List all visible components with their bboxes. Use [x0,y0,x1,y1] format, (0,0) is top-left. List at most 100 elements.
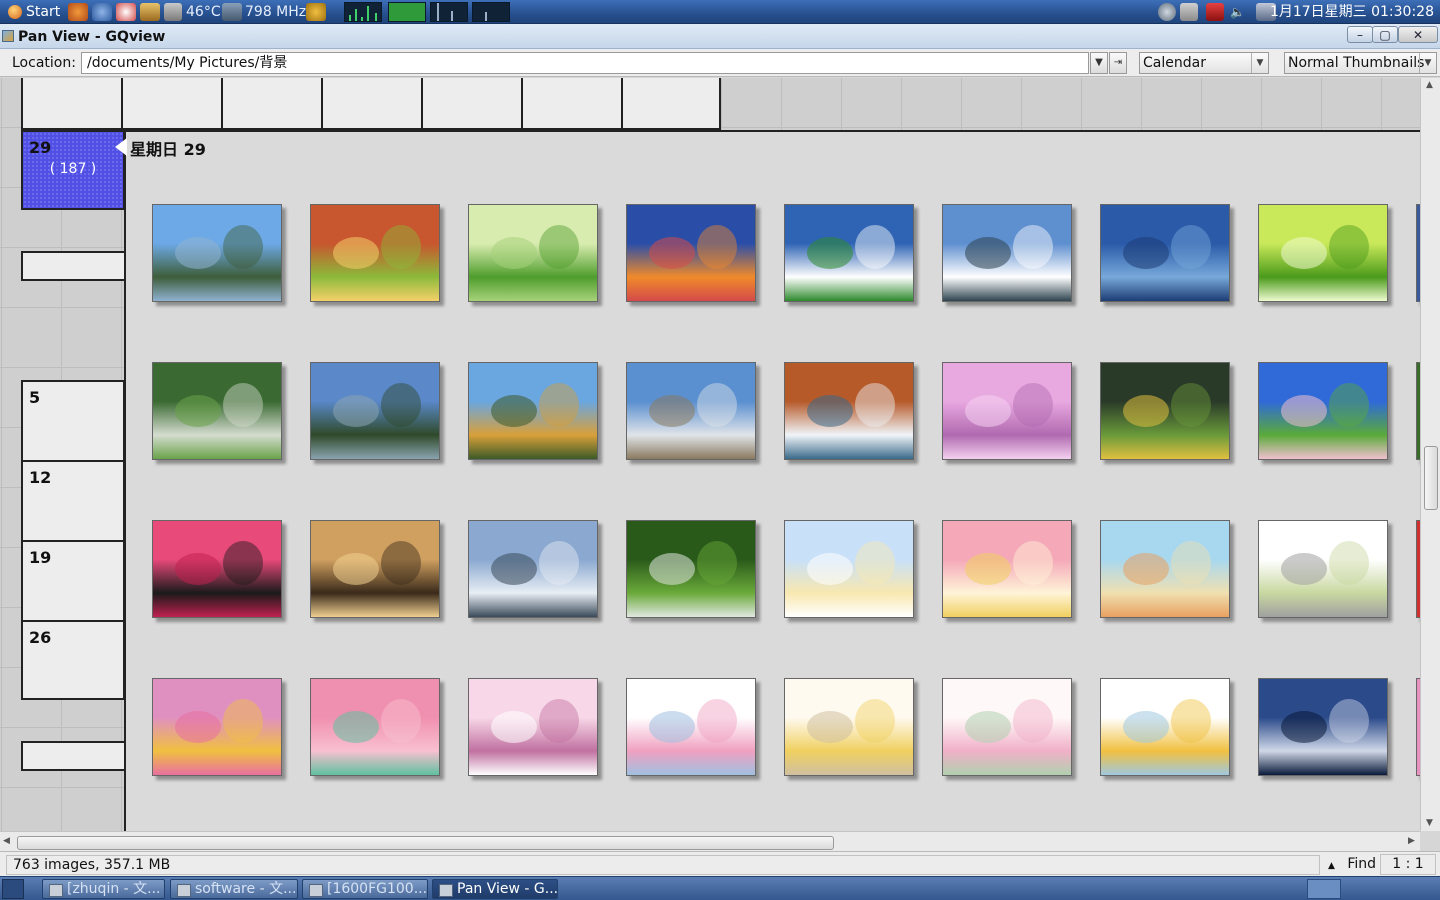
calendar-day-12[interactable]: 12 [21,460,125,542]
disk-graph [472,2,510,22]
close-button[interactable]: ✕ [1398,26,1438,43]
thumbnail-cartoon-pink-hair[interactable] [942,678,1072,776]
thumbnail-mountain-lake[interactable] [152,204,282,302]
files-launcher-icon[interactable] [140,3,160,21]
vertical-scroll-thumb[interactable] [1424,446,1438,510]
thumbnail-clock-figure[interactable] [1258,678,1388,776]
thumbnail-alpine-lake[interactable] [310,362,440,460]
ruby-tray-icon[interactable] [1206,3,1224,21]
battery-tray-icon[interactable] [1180,3,1198,21]
thumbnail-forest-stream[interactable] [152,362,282,460]
taskbar-item[interactable]: [zhuqin - 文... [42,879,165,899]
minimize-button[interactable]: – [1347,26,1373,43]
horizontal-scroll-thumb[interactable] [17,836,834,850]
thumbnail-size-value: Normal Thumbnails [1288,55,1425,71]
show-desktop-icon[interactable] [2,879,24,899]
calendar-week-divider [21,741,127,771]
taskbar-item-active[interactable]: Pan View - G... [432,879,558,899]
start-orb-icon [8,5,22,19]
horizontal-scrollbar[interactable]: ◀ ▶ [0,831,1420,851]
thumbnail-size-select[interactable]: Normal Thumbnails ▼ [1284,52,1437,74]
calendar-day-cell[interactable] [21,78,123,130]
taskbar-item[interactable]: software - 文... [170,879,298,899]
temperature-readout: 46°C [186,4,221,20]
thumbnail-cartoon-sky[interactable] [1100,520,1230,618]
zoom-level: 1 : 1 [1380,854,1436,875]
calendar-day-26[interactable]: 26 [21,620,125,700]
scroll-up-arrow-icon[interactable]: ▲ [1426,80,1433,90]
start-menu-button[interactable]: Start [2,2,66,22]
thumbnail-cartoon-dog[interactable] [152,678,282,776]
thumbnail-cartoon-bunny[interactable] [784,520,914,618]
firefox-launcher-icon[interactable] [68,3,88,21]
maximize-button[interactable]: ▢ [1372,26,1398,43]
day-number: 12 [29,468,52,487]
calendar-day-cell[interactable] [521,78,623,130]
layout-mode-select[interactable]: Calendar ▼ [1139,52,1269,74]
browser-launcher-icon[interactable] [92,3,112,21]
status-bar: 763 images, 357.1 MB ▲ Find 1 : 1 [0,851,1440,876]
window-titlebar[interactable]: Pan View - GQview – ▢ ✕ [0,24,1440,49]
status-info: 763 images, 357.1 MB [6,855,1320,875]
bottom-taskbar: [zhuqin - 文... software - 文... [1600FG10… [0,876,1440,900]
network-tray-icon[interactable] [1158,3,1176,21]
volume-tray-icon[interactable]: 🔈 [1230,3,1246,21]
find-label: Find [1347,856,1377,872]
calendar-day-29-selected[interactable]: 29 ( 187 ) [21,130,125,210]
thumbnail-bottle-fairy[interactable] [468,678,598,776]
thumbnail-cartoon-girl[interactable] [942,520,1072,618]
thumbnail-hay-bales[interactable] [468,362,598,460]
taskbar-item[interactable]: [1600FG100... [302,879,428,899]
thumbnail-cloudy-field[interactable] [784,204,914,302]
gqview-app-icon [2,30,14,42]
thumbnail-autumn-leaves[interactable] [310,204,440,302]
pan-view-canvas[interactable]: 29 ( 187 ) 5 12 19 26 星期日 29 [0,78,1420,831]
chevron-down-icon: ▼ [1419,53,1436,73]
day-image-count: ( 187 ) [49,161,97,177]
thumbnail-waterfall[interactable] [784,362,914,460]
find-button[interactable]: ▲ Find [1322,854,1377,875]
scroll-right-arrow-icon[interactable]: ▶ [1408,836,1415,846]
calendar-day-cell[interactable] [621,78,721,130]
thumbnail-green-leaves[interactable] [468,204,598,302]
day-panel-title: 星期日 29 [130,140,206,159]
thumbnail-pink-tree[interactable] [942,362,1072,460]
cpufreq-icon [306,3,326,21]
calendar-day-5[interactable]: 5 [21,380,125,462]
thumbnail-snow-forest[interactable] [942,204,1072,302]
gqview-tray-icon[interactable] [1307,879,1341,899]
thumbnail-pink-bunnies[interactable] [310,678,440,776]
thumbnail-mountain-reflection[interactable] [468,520,598,618]
chevron-down-icon: ▼ [1251,53,1268,73]
day-number: 5 [29,388,41,407]
window-title: Pan View - GQview [18,29,166,45]
location-history-dropdown[interactable]: ▼ [1090,52,1108,74]
calendar-day-cell[interactable] [121,78,223,130]
calendar-day-cell[interactable] [321,78,423,130]
thumbnail-blossom-hill[interactable] [1258,362,1388,460]
scroll-left-arrow-icon[interactable]: ◀ [3,836,10,846]
thumbnail-leaves-light[interactable] [1258,204,1388,302]
thumbnail-cartoon-kids[interactable] [1258,520,1388,618]
calendar-day-cell[interactable] [221,78,323,130]
scroll-down-arrow-icon[interactable]: ▼ [1426,818,1433,828]
thumbnail-sunset-sea[interactable] [626,204,756,302]
calendar-day-19[interactable]: 19 [21,540,125,622]
thumbnail-cartoon-frame[interactable] [1100,678,1230,776]
vertical-scrollbar[interactable]: ▲ ▼ [1420,78,1440,831]
thumbnail-cartoon-yellow[interactable] [784,678,914,776]
thumbnail-mossy-stream[interactable] [1100,362,1230,460]
thumbnail-terraces[interactable] [626,362,756,460]
network-graph [430,2,468,22]
lifebuoy-icon[interactable] [116,3,136,21]
thumbnail-green-waterfall[interactable] [626,520,756,618]
go-to-end-icon[interactable]: ⇥ [1109,52,1127,74]
thumbnail-savanna-trees[interactable] [310,520,440,618]
thumbnail-cartoon-clothesline[interactable] [626,678,756,776]
thumbnail-palm-sunset[interactable] [152,520,282,618]
location-input[interactable]: /documents/My Pictures/背景 [81,52,1089,74]
calendar-day-cell[interactable] [421,78,523,130]
start-label: Start [26,4,61,20]
thumbnail-blue-reeds[interactable] [1100,204,1230,302]
clock[interactable]: 1月17日星期三 01:30:28 [1270,3,1434,21]
